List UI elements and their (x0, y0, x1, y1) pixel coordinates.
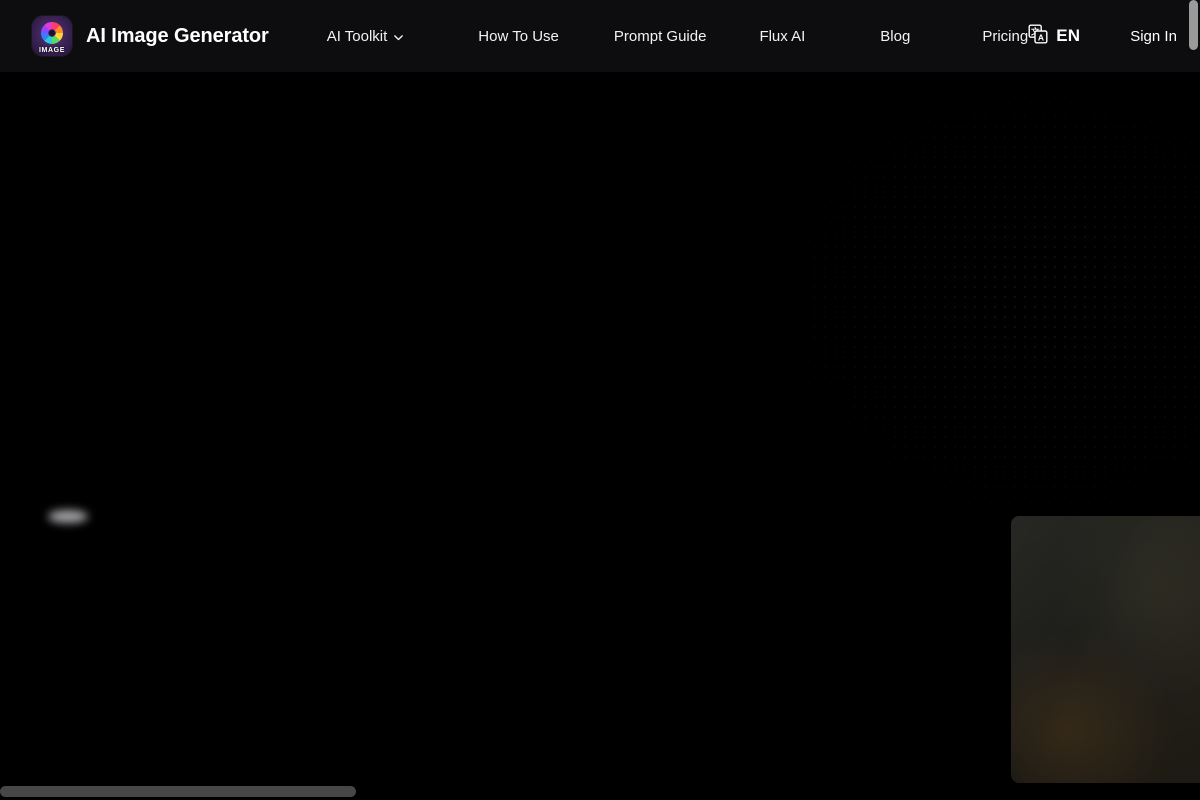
vertical-scrollbar[interactable] (1186, 0, 1200, 800)
main-navigation: AI Toolkit How To Use Prompt Guide Flux … (327, 28, 1028, 45)
generated-image-preview[interactable] (1011, 516, 1200, 783)
scrollbar-corner (1186, 783, 1200, 800)
preview-overlay (1011, 516, 1200, 783)
horizontal-scrollbar[interactable] (0, 783, 1200, 800)
header-actions: 文 A EN Sign In (1028, 24, 1177, 49)
nav-item-ai-toolkit[interactable]: AI Toolkit (327, 28, 405, 45)
decorative-dot-grid (630, 72, 1200, 512)
nav-item-pricing[interactable]: Pricing (982, 28, 1028, 45)
nav-item-blog[interactable]: Blog (880, 28, 910, 45)
chevron-down-icon (393, 32, 404, 43)
nav-label-prompt-guide: Prompt Guide (613, 27, 707, 45)
nav-label-how-to-use: How To Use (478, 27, 559, 45)
horizontal-scrollbar-thumb[interactable] (0, 786, 356, 797)
logo-wordmark: IMAGE (39, 47, 65, 54)
nav-item-flux-ai[interactable]: Flux AI (759, 28, 805, 45)
nav-item-blog-wrapper: Blog (880, 28, 910, 45)
page-content (0, 72, 1200, 800)
brand-title: AI Image Generator (86, 24, 269, 47)
nav-item-prompt-guide-wrapper: Prompt Guide (614, 28, 707, 45)
language-switcher[interactable]: 文 A EN (1028, 24, 1080, 49)
nav-label-pricing: Pricing (982, 27, 1029, 45)
brand-home-link[interactable]: IMAGE AI Image Generator (32, 16, 269, 56)
rainbow-aperture-icon: IMAGE (32, 16, 72, 56)
nav-item-how-to-use-wrapper: How To Use (478, 28, 559, 45)
language-code: EN (1056, 26, 1081, 45)
vertical-scrollbar-thumb[interactable] (1189, 0, 1198, 50)
sign-in-button[interactable]: Sign In (1130, 28, 1177, 45)
nav-label-blog: Blog (880, 27, 911, 45)
nav-item-pricing-wrapper: Pricing (982, 28, 1028, 45)
nav-label-ai-toolkit: AI Toolkit (326, 27, 388, 45)
nav-item-how-to-use[interactable]: How To Use (478, 28, 559, 45)
decorative-light-glow (48, 510, 88, 523)
site-header: IMAGE AI Image Generator AI Toolkit How … (0, 0, 1200, 72)
svg-text:A: A (1038, 32, 1044, 42)
nav-label-flux-ai: Flux AI (759, 27, 806, 45)
nav-item-ai-toolkit-wrapper: AI Toolkit (327, 28, 405, 45)
translate-icon: 文 A (1028, 24, 1048, 49)
nav-item-prompt-guide[interactable]: Prompt Guide (614, 28, 707, 45)
page-root: IMAGE AI Image Generator AI Toolkit How … (0, 0, 1200, 800)
nav-item-flux-ai-wrapper: Flux AI (759, 28, 805, 45)
